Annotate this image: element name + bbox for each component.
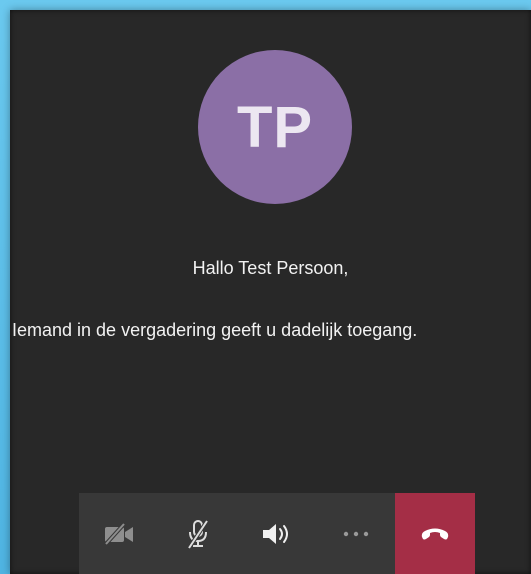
avatar-initials: TP	[236, 94, 314, 160]
avatar: TP	[198, 50, 352, 204]
hang-up-button[interactable]	[395, 493, 475, 574]
speaker-icon	[261, 522, 293, 546]
camera-toggle-button[interactable]	[79, 493, 158, 574]
microphone-off-icon	[186, 519, 210, 549]
speaker-button[interactable]	[237, 493, 316, 574]
lobby-message: Iemand in de vergadering geeft u dadelij…	[12, 320, 418, 340]
call-controls-bar	[79, 493, 475, 574]
camera-off-icon	[104, 522, 134, 545]
microphone-toggle-button[interactable]	[158, 493, 237, 574]
hang-up-icon	[420, 527, 450, 541]
greeting-text: Hallo Test Persoon,	[192, 258, 349, 278]
more-options-icon	[343, 531, 369, 537]
window-frame: TP Hallo Test Persoon, Iemand in de verg…	[0, 0, 531, 574]
more-options-button[interactable]	[316, 493, 395, 574]
lobby-screen: TP Hallo Test Persoon, Iemand in de verg…	[10, 10, 531, 574]
